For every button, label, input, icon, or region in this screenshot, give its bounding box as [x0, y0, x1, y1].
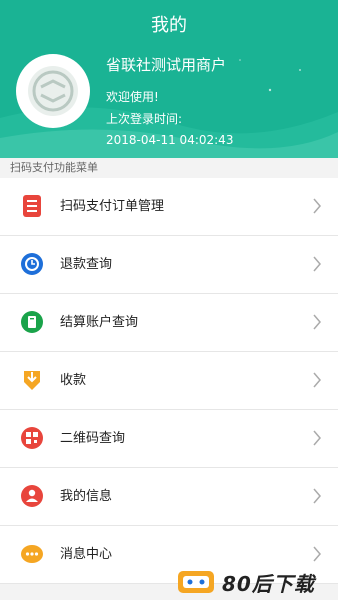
watermark: 80后下载	[176, 566, 336, 598]
message-icon	[21, 545, 43, 563]
menu-item-my-info[interactable]: 我的信息	[0, 468, 338, 526]
menu-item-receive-payment[interactable]: 收款	[0, 352, 338, 410]
menu-item-label: 收款	[60, 373, 87, 388]
chevron-right-icon	[313, 546, 321, 562]
chevron-right-icon	[313, 198, 321, 214]
qr-code-icon	[21, 427, 43, 449]
avatar[interactable]	[16, 54, 90, 128]
order-list-icon	[23, 195, 41, 217]
last-login-time: 2018-04-11 04:02:43	[106, 133, 234, 147]
menu-item-label: 退款查询	[60, 257, 113, 272]
receive-payment-icon	[24, 371, 40, 390]
chevron-right-icon	[313, 372, 321, 388]
account-icon	[21, 311, 43, 333]
page-title: 我的	[151, 15, 187, 36]
chevron-right-icon	[313, 256, 321, 272]
merchant-name: 省联社测试用商户	[106, 56, 227, 74]
user-info-icon	[21, 485, 43, 507]
menu-item-order-management[interactable]: 扫码支付订单管理	[0, 178, 338, 236]
menu-item-label: 结算账户查询	[60, 315, 139, 330]
menu-item-label: 扫码支付订单管理	[60, 199, 165, 214]
menu-item-settlement-account[interactable]: 结算账户查询	[0, 294, 338, 352]
function-menu: 扫码支付订单管理 退款查询 结算账户查询 收款 二维码查询 我的信息 消息中心	[0, 178, 338, 584]
menu-item-refund-query[interactable]: 退款查询	[0, 236, 338, 294]
last-login-label: 上次登录时间:	[106, 112, 183, 126]
watermark-text: 80后下载	[222, 571, 315, 596]
chevron-right-icon	[313, 430, 321, 446]
menu-item-label: 二维码查询	[60, 431, 126, 446]
merchant-logo-icon	[28, 66, 78, 116]
section-label: 扫码支付功能菜单	[10, 161, 98, 174]
menu-item-label: 我的信息	[60, 489, 113, 504]
welcome-text: 欢迎使用!	[106, 90, 159, 104]
menu-item-label: 消息中心	[60, 547, 113, 562]
refund-icon	[21, 253, 43, 275]
chevron-right-icon	[313, 314, 321, 330]
chevron-right-icon	[313, 488, 321, 504]
watermark-logo-icon	[178, 571, 214, 593]
menu-item-qr-code-query[interactable]: 二维码查询	[0, 410, 338, 468]
profile-header: 我的 省联社测试用商户 欢迎使用! 上次登录时间: 2018-04-11 04:…	[0, 0, 338, 158]
